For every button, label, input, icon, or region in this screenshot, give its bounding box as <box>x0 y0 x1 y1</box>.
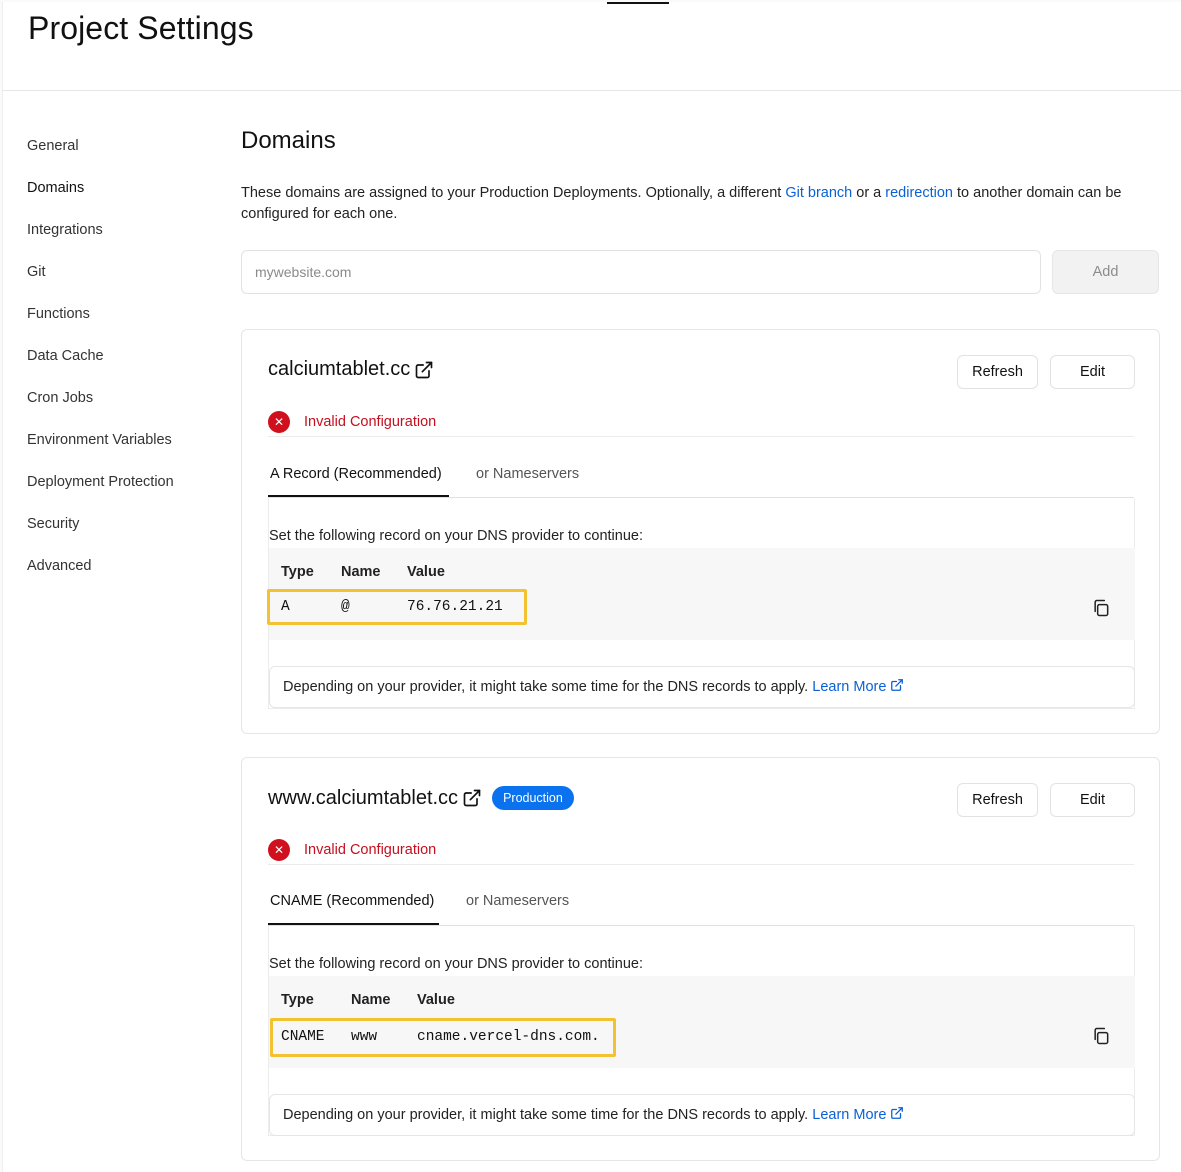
dns-record-panel: Set the following record on your DNS pro… <box>268 926 1135 1136</box>
status-text: Invalid Configuration <box>304 842 437 858</box>
sidebar-item-cron-jobs[interactable]: Cron Jobs <box>27 388 217 430</box>
sidebar-item-deployment-protection[interactable]: Deployment Protection <box>27 472 217 514</box>
record-type: CNAME <box>281 1029 325 1045</box>
refresh-button[interactable]: Refresh <box>957 783 1038 817</box>
record-type: A <box>281 599 290 615</box>
sidebar-item-security[interactable]: Security <box>27 514 217 556</box>
production-badge: Production <box>492 786 574 810</box>
sidebar-item-data-cache[interactable]: Data Cache <box>27 346 217 388</box>
settings-main: General Domains Integrations Git Functio… <box>2 91 1181 1172</box>
sidebar-item-environment-variables[interactable]: Environment Variables <box>27 430 217 472</box>
external-link-icon[interactable] <box>414 360 434 380</box>
sidebar-item-domains[interactable]: Domains <box>27 178 217 220</box>
column-header-type: Type <box>281 564 314 580</box>
copy-icon[interactable] <box>1091 598 1111 618</box>
refresh-button[interactable]: Refresh <box>957 355 1038 389</box>
divider <box>268 436 1134 437</box>
status-row: ✕ Invalid Configuration <box>268 411 436 433</box>
domain-name: www.calciumtablet.cc <box>268 786 459 809</box>
column-header-name: Name <box>341 564 381 580</box>
column-header-type: Type <box>281 992 314 1008</box>
dns-instruction: Set the following record on your DNS pro… <box>269 956 643 972</box>
sidebar-item-git[interactable]: Git <box>27 262 217 304</box>
domain-card: calciumtablet.cc Refresh Edit ✕ Invalid … <box>241 329 1160 734</box>
column-header-value: Value <box>407 564 445 580</box>
domain-name: calciumtablet.cc <box>268 358 411 380</box>
record-name: @ <box>341 599 350 615</box>
sidebar-item-functions[interactable]: Functions <box>27 304 217 346</box>
dns-note: Depending on your provider, it might tak… <box>269 1094 1135 1136</box>
edit-button[interactable]: Edit <box>1050 783 1135 817</box>
copy-icon[interactable] <box>1091 1026 1111 1046</box>
top-tab-indicator <box>607 2 669 4</box>
tab-nameservers[interactable]: or Nameservers <box>476 466 579 482</box>
description-text: or a <box>852 185 886 201</box>
tab-a-record[interactable]: A Record (Recommended) <box>270 466 442 482</box>
learn-more-label: Learn More <box>812 1107 887 1123</box>
column-header-value: Value <box>417 992 455 1008</box>
x-circle-icon: ✕ <box>268 839 290 861</box>
domain-title: calciumtablet.cc <box>268 358 434 381</box>
dns-record-panel: Set the following record on your DNS pro… <box>267 498 1135 709</box>
dns-instruction: Set the following record on your DNS pro… <box>269 528 643 544</box>
section-title: Domains <box>241 127 336 154</box>
description-text: These domains are assigned to your Produ… <box>241 185 786 201</box>
status-text: Invalid Configuration <box>304 414 437 430</box>
divider <box>268 864 1134 865</box>
note-text: Depending on your provider, it might tak… <box>283 679 813 695</box>
learn-more-label: Learn More <box>812 679 887 695</box>
section-description: These domains are assigned to your Produ… <box>241 183 1159 225</box>
external-link-icon <box>891 1107 904 1119</box>
external-link-icon <box>891 679 904 691</box>
record-name: www <box>351 1029 378 1045</box>
learn-more-link[interactable]: Learn More <box>812 679 904 695</box>
status-row: ✕ Invalid Configuration <box>268 839 436 861</box>
domain-card: www.calciumtablet.cc Production Refresh … <box>241 757 1160 1161</box>
x-circle-icon: ✕ <box>268 411 290 433</box>
dns-note: Depending on your provider, it might tak… <box>269 666 1135 708</box>
redirection-link[interactable]: redirection <box>885 185 953 201</box>
add-domain-button[interactable]: Add <box>1052 250 1159 294</box>
record-value: 76.76.21.21 <box>407 599 503 615</box>
column-header-name: Name <box>351 992 391 1008</box>
learn-more-link[interactable]: Learn More <box>812 1107 904 1123</box>
tab-cname[interactable]: CNAME (Recommended) <box>270 893 434 909</box>
edit-button[interactable]: Edit <box>1050 355 1135 389</box>
dns-record-table: Type Name Value CNAME www cname.vercel-d… <box>269 976 1135 1068</box>
record-value: cname.vercel-dns.com. <box>417 1029 600 1045</box>
git-branch-link[interactable]: Git branch <box>785 185 852 201</box>
sidebar-item-advanced[interactable]: Advanced <box>27 556 217 598</box>
sidebar-item-integrations[interactable]: Integrations <box>27 220 217 262</box>
domain-input[interactable] <box>241 250 1041 294</box>
settings-sidebar: General Domains Integrations Git Functio… <box>27 136 217 598</box>
tab-nameservers[interactable]: or Nameservers <box>466 893 569 909</box>
note-text: Depending on your provider, it might tak… <box>283 1107 813 1123</box>
external-link-icon[interactable] <box>462 788 482 808</box>
domain-title: www.calciumtablet.cc Production <box>268 786 574 810</box>
sidebar-item-general[interactable]: General <box>27 136 217 178</box>
page-title: Project Settings <box>28 10 254 46</box>
dns-record-table: Type Name Value A @ 76.76.21.21 <box>267 548 1135 640</box>
page-header: Project Settings <box>2 2 1181 91</box>
